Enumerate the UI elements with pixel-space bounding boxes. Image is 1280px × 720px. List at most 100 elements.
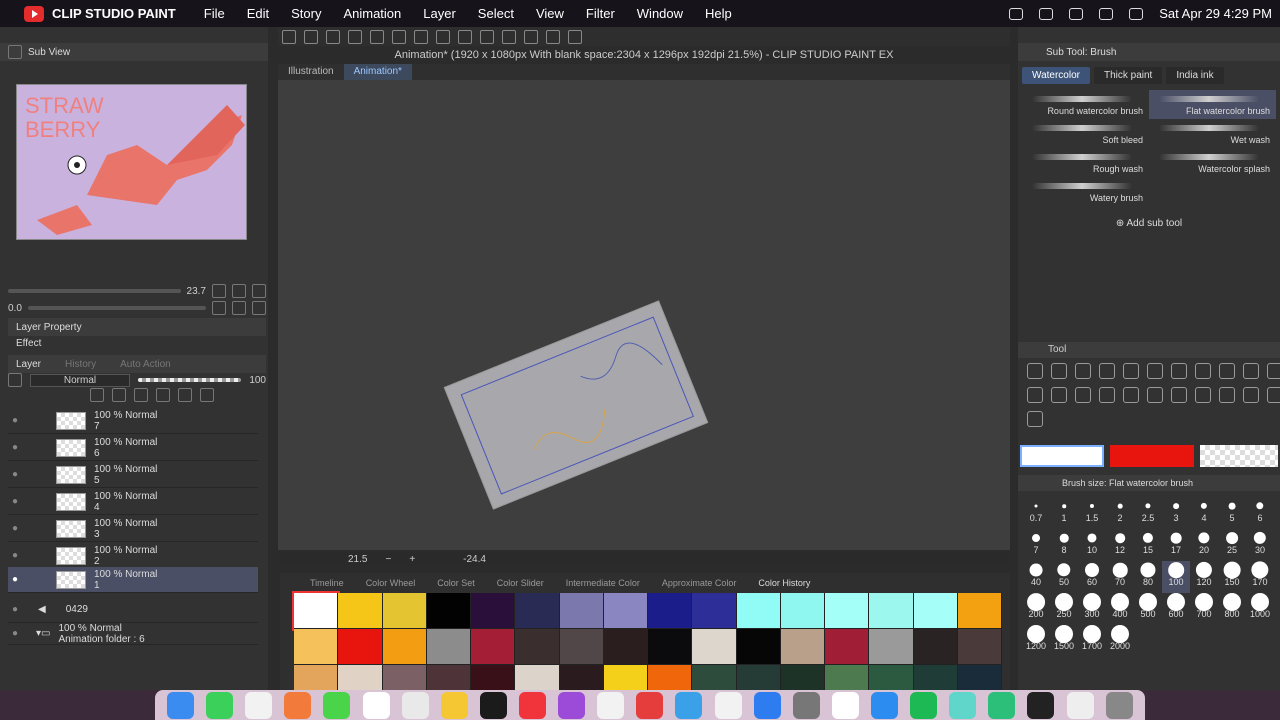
brush-size-option[interactable]: 50 [1050, 561, 1078, 593]
color-swatch[interactable] [913, 629, 958, 665]
zoom-tool-icon[interactable] [1027, 363, 1043, 379]
blend-tool-icon[interactable] [1267, 363, 1280, 379]
clock[interactable]: Sat Apr 29 4:29 PM [1159, 6, 1272, 21]
tab-animation[interactable]: Animation* [343, 64, 412, 80]
dock-app-icon[interactable] [949, 691, 977, 719]
fill-tool-icon[interactable] [1123, 363, 1139, 379]
eraser-tool-icon[interactable] [1147, 363, 1163, 379]
dock-app-icon[interactable] [479, 691, 507, 719]
save-icon[interactable] [348, 30, 362, 44]
menu-filter[interactable]: Filter [586, 6, 615, 21]
palette-color-icon[interactable] [8, 373, 22, 387]
figure-tool-icon[interactable] [1075, 387, 1091, 403]
layer-row[interactable]: ● 100 % Normal 5 [8, 462, 258, 488]
eye-icon[interactable]: ● [8, 574, 22, 585]
brush-size-option[interactable]: 6 [1246, 497, 1274, 529]
color-swatch[interactable] [382, 593, 427, 629]
brush-size-option[interactable]: 8 [1050, 529, 1078, 561]
reference-icon[interactable] [134, 388, 148, 402]
wifi-icon[interactable] [1099, 7, 1114, 20]
menu-file[interactable]: File [204, 6, 225, 21]
tab-intermediate-color[interactable]: Intermediate Color [556, 576, 650, 590]
rotate-left-icon[interactable] [212, 301, 226, 315]
dock-app-icon[interactable] [519, 691, 547, 719]
tab-auto-action[interactable]: Auto Action [120, 359, 171, 370]
brush-size-option[interactable]: 1.5 [1078, 497, 1106, 529]
record-icon[interactable] [1009, 7, 1024, 20]
tab-india-ink[interactable]: India ink [1166, 67, 1224, 84]
brush-size-option[interactable]: 500 [1134, 593, 1162, 625]
eyedropper-tool-icon[interactable] [1147, 387, 1163, 403]
eye-icon[interactable]: ● [8, 604, 22, 615]
ruler-icon[interactable] [178, 388, 192, 402]
color-swatch[interactable] [426, 629, 471, 665]
color-swatch[interactable] [780, 593, 825, 629]
dock-app-icon[interactable] [636, 691, 664, 719]
opacity-value[interactable]: 100 [249, 375, 266, 386]
brush-size-option[interactable]: 2.5 [1134, 497, 1162, 529]
brush-size-option[interactable]: 70 [1106, 561, 1134, 593]
color-swatch[interactable] [825, 629, 870, 665]
dock-app-icon[interactable] [323, 691, 351, 719]
tab-approximate-color[interactable]: Approximate Color [652, 576, 747, 590]
brush-size-option[interactable]: 1500 [1050, 625, 1078, 657]
color-swatch[interactable] [471, 593, 516, 629]
dock-app-icon[interactable] [1066, 691, 1094, 719]
brush-size-option[interactable]: 250 [1050, 593, 1078, 625]
dock-app-icon[interactable] [871, 691, 899, 719]
search-icon[interactable] [1129, 7, 1144, 20]
menu-story[interactable]: Story [291, 6, 321, 21]
brush-watery[interactable]: Watery brush [1022, 177, 1149, 206]
blend-mode-select[interactable]: Normal [30, 373, 130, 387]
move-tool-icon[interactable] [1099, 363, 1115, 379]
dock-app-icon[interactable] [1105, 691, 1133, 719]
brush-size-option[interactable]: 100 [1162, 561, 1190, 593]
menu-window[interactable]: Window [637, 6, 683, 21]
brush-size-option[interactable]: 170 [1246, 561, 1274, 593]
brush-tool-icon[interactable] [1243, 363, 1259, 379]
brush-wet-wash[interactable]: Wet wash [1149, 119, 1276, 148]
brush-rough-wash[interactable]: Rough wash [1022, 148, 1149, 177]
redo-icon[interactable] [392, 30, 406, 44]
dock-app-icon[interactable] [167, 691, 195, 719]
color-swatch[interactable] [869, 593, 914, 629]
brush-size-option[interactable]: 1 [1050, 497, 1078, 529]
eye-icon[interactable]: ● [8, 628, 22, 639]
dock-app-icon[interactable] [401, 691, 429, 719]
color-swatch[interactable] [648, 629, 693, 665]
tab-layer[interactable]: Layer [16, 359, 41, 370]
minus-icon[interactable]: − [385, 554, 391, 565]
snap-icon[interactable] [502, 30, 516, 44]
layer-row[interactable]: ● 100 % Normal 6 [8, 435, 258, 461]
help-icon[interactable] [568, 30, 582, 44]
brush-size-option[interactable]: 5 [1218, 497, 1246, 529]
color-swatch[interactable] [559, 593, 604, 629]
volume-icon[interactable] [1039, 7, 1054, 20]
color-swatch[interactable] [957, 629, 1002, 665]
eye-icon[interactable]: ● [8, 469, 22, 480]
brush-round-watercolor[interactable]: Round watercolor brush [1022, 90, 1149, 119]
dock-app-icon[interactable] [988, 691, 1016, 719]
brush-size-option[interactable]: 1000 [1246, 593, 1274, 625]
color-swatch[interactable] [692, 593, 737, 629]
color-swatch[interactable] [338, 629, 383, 665]
color-swatch[interactable] [515, 629, 560, 665]
rotate-tool-icon[interactable] [1075, 363, 1091, 379]
brush-size-option[interactable]: 15 [1134, 529, 1162, 561]
brush-size-option[interactable]: 1200 [1022, 625, 1050, 657]
ellipse-tool-icon[interactable] [1219, 387, 1235, 403]
color-swatch[interactable] [648, 593, 693, 629]
cut-tool-icon[interactable] [1099, 387, 1115, 403]
clear-icon[interactable] [414, 30, 428, 44]
wand-tool-icon[interactable] [1171, 363, 1187, 379]
youtube-icon[interactable] [24, 5, 44, 22]
dock-app-icon[interactable] [714, 691, 742, 719]
menu-select[interactable]: Select [478, 6, 514, 21]
rotate-right-icon[interactable] [232, 301, 246, 315]
open-icon[interactable] [326, 30, 340, 44]
layer-row[interactable]: ● 100 % Normal 4 [8, 489, 258, 515]
table-tool-icon[interactable] [1243, 387, 1259, 403]
eye-icon[interactable]: ● [8, 523, 22, 534]
color-swatch[interactable] [780, 629, 825, 665]
animation-folder-row[interactable]: ● ▾▭ 100 % Normal Animation folder : 6 [8, 623, 258, 645]
